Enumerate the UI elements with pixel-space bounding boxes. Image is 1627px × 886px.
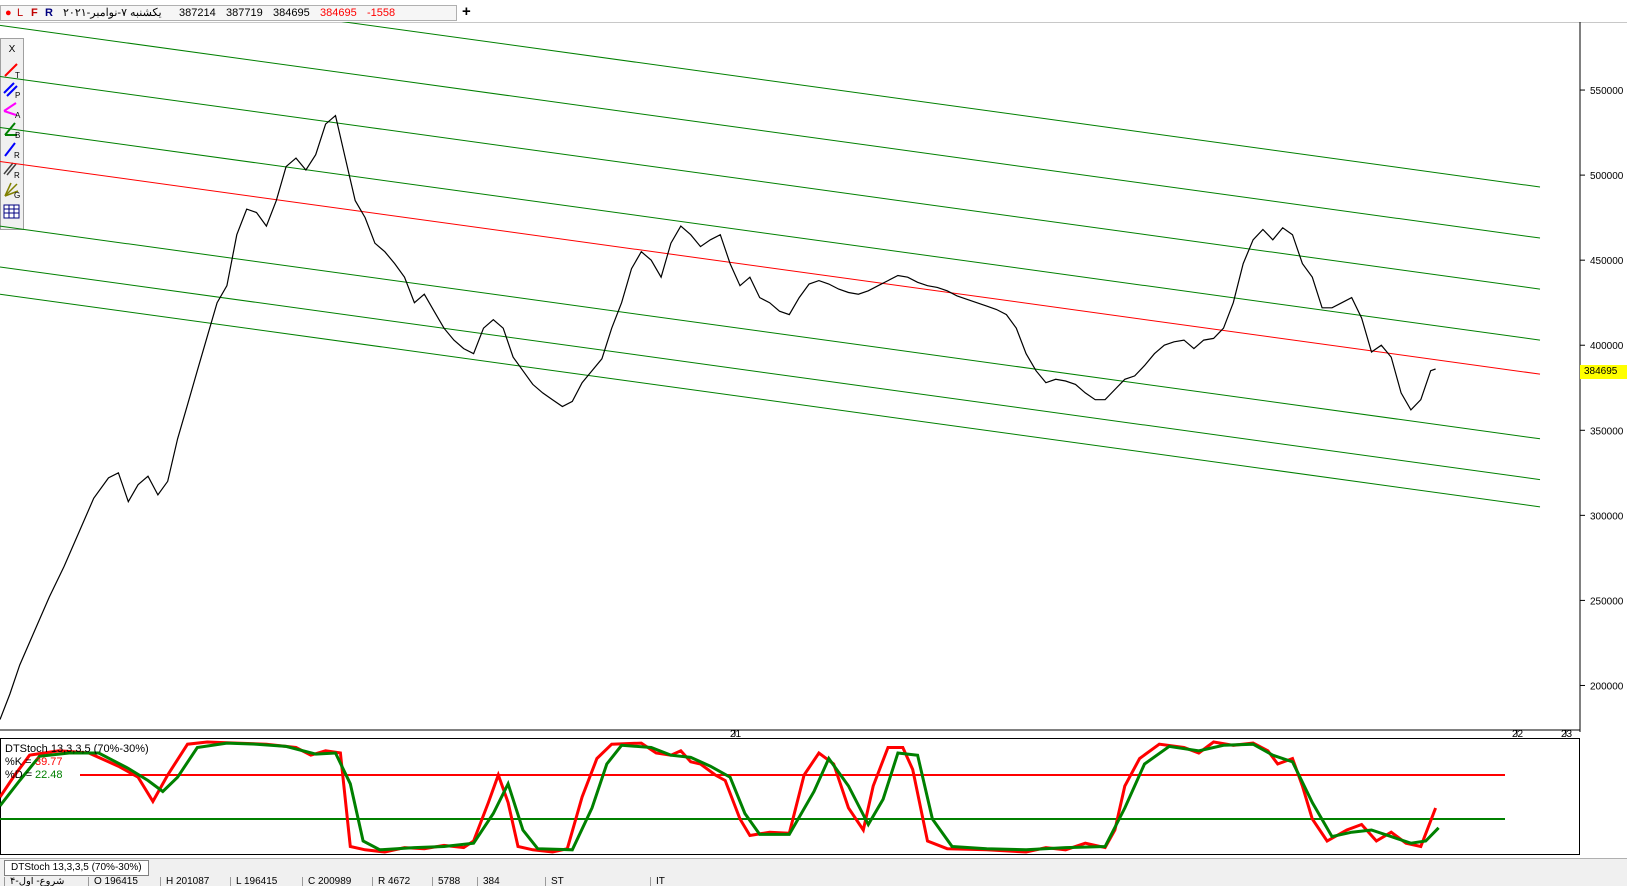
price-tick-label: 300000 bbox=[1590, 511, 1624, 522]
stochastic-panel[interactable]: DTStoch 13,3,3,5 (70%-30%) %K = 39.77 %D… bbox=[0, 738, 1627, 858]
channel-line bbox=[0, 225, 1541, 440]
channel-line bbox=[0, 266, 1541, 481]
time-tick-label: 23 bbox=[1561, 729, 1573, 738]
indicator-tab[interactable]: DTStoch 13,3,3,5 (70%-30%) bbox=[4, 860, 149, 876]
quote-change: -1558 bbox=[367, 7, 396, 19]
stoch-title: DTStoch 13,3,3,5 (70%-30%) bbox=[5, 743, 149, 755]
stochastic-frame bbox=[0, 738, 1580, 855]
line-mode-button[interactable]: L bbox=[17, 6, 23, 20]
add-chart-button[interactable]: + bbox=[462, 3, 471, 20]
last-price-label: 384695 bbox=[1580, 365, 1627, 379]
quote-open: 387214 bbox=[179, 7, 216, 19]
fit-button[interactable]: F bbox=[31, 6, 38, 20]
channel-line bbox=[0, 75, 1541, 290]
price-tick-label: 350000 bbox=[1590, 426, 1624, 437]
quote-box: ● L F R یکشنبه ۷-نوامبر-۲۰۲۱ 387214 3877… bbox=[0, 5, 457, 21]
quote-high: 387719 bbox=[226, 7, 263, 19]
record-dot-icon[interactable]: ● bbox=[5, 6, 12, 20]
channel-line bbox=[0, 293, 1541, 508]
quote-low: 384695 bbox=[273, 7, 310, 19]
price-tick-label: 400000 bbox=[1590, 341, 1624, 352]
price-series-line bbox=[0, 114, 1436, 720]
channel-line bbox=[0, 24, 1541, 239]
top-toolbar: ● L F R یکشنبه ۷-نوامبر-۲۰۲۱ 387214 3877… bbox=[0, 0, 1627, 23]
price-axis-ticks: 200000 250000 300000 350000 400000 450000 5000… bbox=[1580, 86, 1624, 692]
price-tick-label: 250000 bbox=[1590, 596, 1624, 607]
price-tick-label: 200000 bbox=[1590, 681, 1624, 692]
range-button[interactable]: R bbox=[45, 6, 53, 20]
quote-close: 384695 bbox=[320, 7, 357, 19]
stoch-k-label: %K = bbox=[5, 756, 32, 768]
price-chart[interactable]: 200000 250000 300000 350000 400000 450000 5000… bbox=[0, 22, 1627, 738]
channel-line bbox=[0, 126, 1541, 341]
price-tick-label: 550000 bbox=[1590, 86, 1624, 97]
channel-line bbox=[341, 22, 1541, 188]
bottom-bar: DTStoch 13,3,3,5 (70%-30%) شروع- اول-۴ O … bbox=[0, 858, 1627, 886]
channel-midline bbox=[0, 161, 1541, 375]
stoch-d-label: %D = bbox=[5, 769, 32, 781]
quote-date: یکشنبه ۷-نوامبر-۲۰۲۱ bbox=[63, 7, 162, 19]
stoch-d-value: 22.48 bbox=[35, 769, 63, 781]
stoch-k-value: 39.77 bbox=[35, 756, 63, 768]
price-tick-label: 450000 bbox=[1590, 256, 1624, 267]
time-tick-label: 21 bbox=[730, 729, 742, 738]
price-tick-label: 500000 bbox=[1590, 171, 1624, 182]
time-tick-label: 22 bbox=[1512, 729, 1524, 738]
